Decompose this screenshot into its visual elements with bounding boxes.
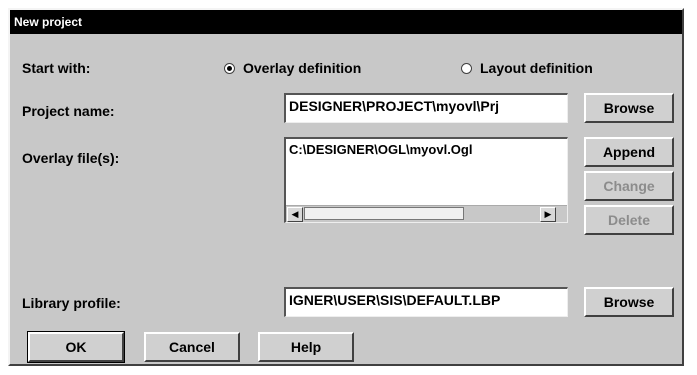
library-profile-input[interactable]: IGNER\USER\SIS\DEFAULT.LBP: [284, 287, 568, 317]
change-button[interactable]: Change: [584, 171, 674, 201]
scroll-left-icon[interactable]: ◀: [287, 207, 303, 222]
project-name-input[interactable]: DESIGNER\PROJECT\myovl\Prj: [284, 93, 568, 123]
project-name-label: Project name:: [22, 103, 115, 119]
append-button[interactable]: Append: [584, 137, 674, 167]
delete-button[interactable]: Delete: [584, 205, 674, 235]
cancel-button[interactable]: Cancel: [144, 332, 240, 362]
list-item[interactable]: C:\DESIGNER\OGL\myovl.Ogl: [289, 142, 472, 157]
overlay-definition-radio[interactable]: Overlay definition: [224, 60, 361, 76]
overlay-files-list[interactable]: C:\DESIGNER\OGL\myovl.Ogl ◀ ▶: [284, 137, 568, 223]
start-with-label: Start with:: [22, 60, 91, 76]
ok-button[interactable]: OK: [27, 331, 125, 363]
overlay-files-label: Overlay file(s):: [22, 150, 120, 166]
new-project-dialog: New project Start with: Overlay definiti…: [8, 8, 684, 366]
library-profile-label: Library profile:: [22, 295, 121, 311]
layout-definition-radio[interactable]: Layout definition: [461, 60, 593, 76]
radio-unchecked-icon: [461, 62, 472, 74]
layout-definition-label: Layout definition: [480, 60, 593, 76]
radio-checked-icon: [224, 62, 235, 74]
project-browse-button[interactable]: Browse: [584, 93, 674, 123]
library-browse-button[interactable]: Browse: [584, 287, 674, 317]
scrollbar-thumb[interactable]: [304, 207, 464, 220]
overlay-definition-label: Overlay definition: [243, 60, 362, 76]
horizontal-scrollbar[interactable]: ◀ ▶: [286, 205, 567, 222]
help-button[interactable]: Help: [258, 332, 354, 362]
scroll-right-icon[interactable]: ▶: [540, 207, 556, 222]
dialog-title: New project: [10, 10, 682, 34]
